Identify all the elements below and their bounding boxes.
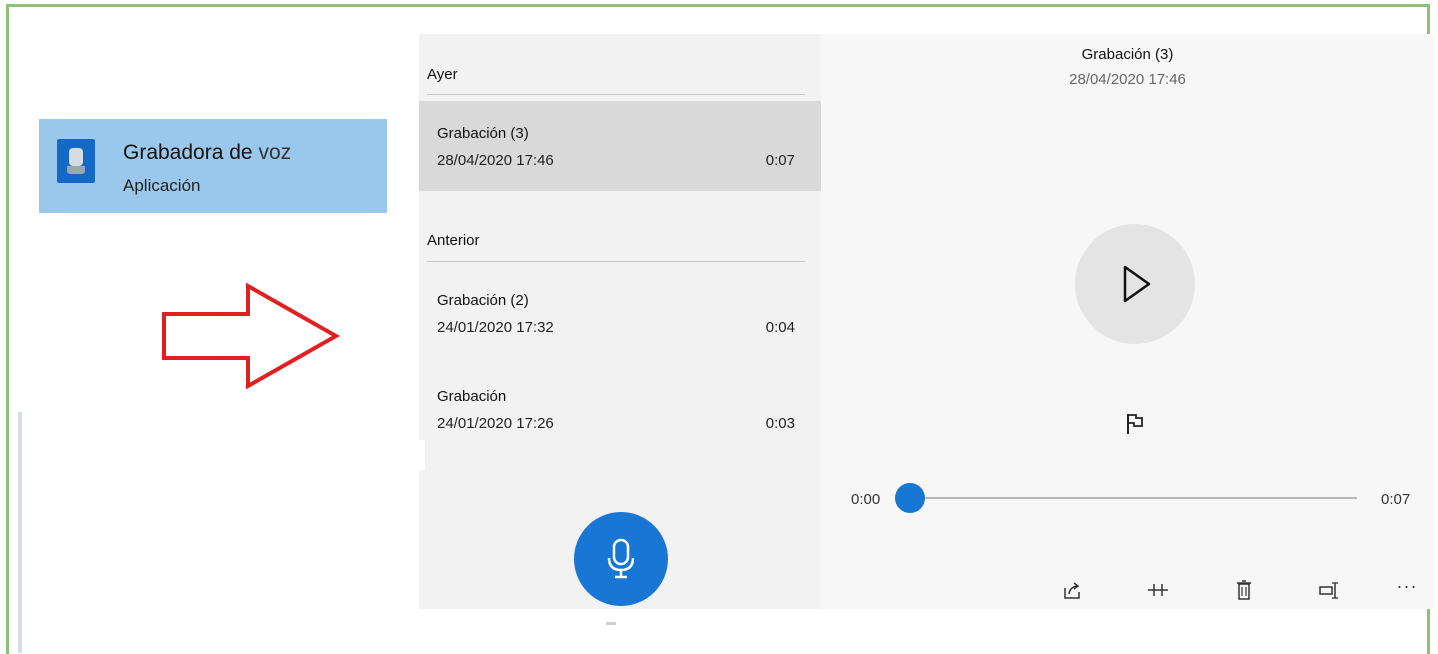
- seek-bar-thumb[interactable]: [895, 483, 925, 513]
- search-result-subtitle: Aplicación: [123, 176, 201, 195]
- play-icon: [1123, 265, 1151, 303]
- recording-date: 24/01/2020 17:26: [437, 415, 554, 432]
- total-time: 0:07: [1381, 491, 1411, 508]
- add-marker-button[interactable]: [1125, 412, 1145, 436]
- recording-name: Grabación (3): [437, 125, 529, 142]
- left-edge-bar: [18, 412, 22, 653]
- recording-duration: 0:04: [765, 319, 795, 336]
- recording-date: 24/01/2020 17:32: [437, 319, 554, 336]
- recording-name: Grabación (2): [437, 292, 529, 309]
- rename-icon[interactable]: [1319, 579, 1341, 601]
- section-header-yesterday: Ayer: [427, 66, 458, 83]
- share-icon[interactable]: [1061, 579, 1083, 601]
- delete-icon[interactable]: [1233, 579, 1255, 601]
- recording-item[interactable]: Grabación (2) 24/01/2020 17:32 0:04: [419, 268, 821, 358]
- microphone-icon: [607, 538, 635, 579]
- section-divider: [427, 94, 805, 95]
- section-divider: [427, 261, 805, 262]
- recording-item-selected[interactable]: Grabación (3) 28/04/2020 17:46 0:07: [419, 101, 821, 191]
- record-button[interactable]: [574, 512, 668, 606]
- seek-bar-track[interactable]: [909, 497, 1357, 499]
- voice-recorder-icon: [57, 139, 95, 183]
- current-time: 0:00: [851, 491, 881, 508]
- player-date: 28/04/2020 17:46: [1069, 71, 1186, 88]
- recording-name: Grabación: [437, 388, 507, 405]
- play-button[interactable]: [1075, 224, 1195, 344]
- list-edge: [419, 440, 425, 470]
- search-result-title: Grabadora de voz: [123, 141, 292, 164]
- arrow-right-icon: [162, 282, 340, 390]
- player-title: Grabación (3): [1081, 46, 1174, 63]
- player-pane: Grabación (3) 28/04/2020 17:46 0:00 0:07…: [821, 34, 1434, 609]
- page-indicator: [606, 622, 616, 625]
- recording-duration: 0:03: [765, 415, 795, 432]
- recording-date: 28/04/2020 17:46: [437, 152, 554, 169]
- search-result-voice-recorder[interactable]: Grabadora de voz Aplicación: [39, 119, 387, 213]
- recording-duration: 0:07: [765, 152, 795, 169]
- section-header-earlier: Anterior: [427, 232, 480, 249]
- recording-item[interactable]: Grabación 24/01/2020 17:26 0:03: [419, 364, 821, 454]
- more-icon[interactable]: ...: [1397, 572, 1427, 594]
- trim-icon[interactable]: [1147, 579, 1169, 601]
